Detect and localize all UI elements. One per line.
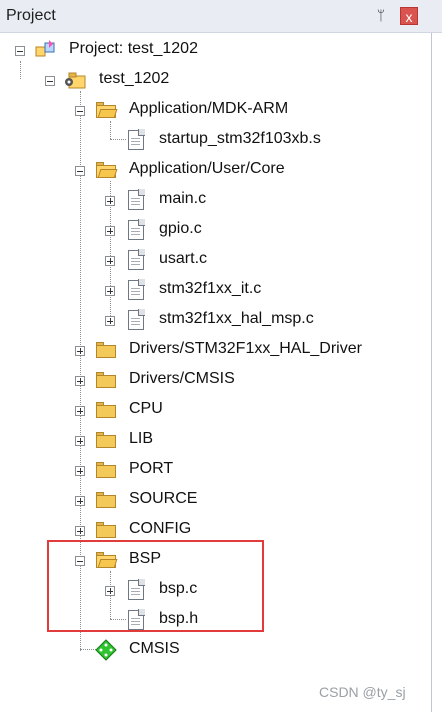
expand-icon[interactable] (75, 406, 85, 416)
tree-label: gpio.c (159, 220, 202, 237)
tree-node-file[interactable]: startup_stm32f103xb.s (0, 125, 424, 155)
expand-icon[interactable] (75, 496, 85, 506)
file-icon (128, 279, 145, 300)
tree-label: PORT (129, 460, 174, 477)
tree-node-file[interactable]: stm32f1xx_it.c (0, 275, 424, 305)
close-button[interactable]: x (400, 7, 418, 25)
tree-label: Project: test_1202 (69, 40, 198, 57)
expand-icon[interactable] (75, 346, 85, 356)
panel-divider (431, 33, 432, 712)
green-diamond-icon (95, 639, 117, 661)
tree-node-group[interactable]: PORT (0, 455, 424, 485)
tree-node-group[interactable]: Application/User/Core (0, 155, 424, 185)
folder-icon (96, 492, 116, 508)
tree-node-component[interactable]: CMSIS (0, 635, 424, 665)
expand-icon[interactable] (75, 526, 85, 536)
tree-node-group[interactable]: Drivers/STM32F1xx_HAL_Driver (0, 335, 424, 365)
tree-label: Application/User/Core (129, 160, 285, 177)
tree-label: stm32f1xx_hal_msp.c (159, 310, 314, 327)
tree-node-file[interactable]: usart.c (0, 245, 424, 275)
collapse-icon[interactable] (75, 166, 85, 176)
tree-node-project[interactable]: Project: test_1202 (0, 35, 424, 65)
tree-label: Drivers/STM32F1xx_HAL_Driver (129, 340, 362, 357)
tree-label: stm32f1xx_it.c (159, 280, 262, 297)
tree-node-group[interactable]: SOURCE (0, 485, 424, 515)
collapse-icon[interactable] (45, 76, 55, 86)
tree-label: LIB (129, 430, 154, 447)
tree-label: test_1202 (99, 70, 170, 87)
tree-node-file[interactable]: stm32f1xx_hal_msp.c (0, 305, 424, 335)
scrollbar-area (424, 33, 442, 712)
highlight-box (47, 540, 264, 632)
tree-label: CONFIG (129, 520, 192, 537)
pin-icon[interactable]: ᛘ (372, 6, 390, 24)
folder-icon (96, 432, 116, 448)
target-icon (64, 71, 86, 89)
folder-icon (96, 522, 116, 538)
expand-icon[interactable] (105, 316, 115, 326)
panel-title: Project (6, 7, 56, 24)
collapse-icon[interactable] (75, 106, 85, 116)
expand-icon[interactable] (105, 256, 115, 266)
file-icon (128, 249, 145, 270)
folder-icon (96, 342, 116, 358)
expand-icon[interactable] (75, 436, 85, 446)
folder-open-icon (96, 162, 118, 178)
tree-node-group[interactable]: Application/MDK-ARM (0, 95, 424, 125)
tree-label: Drivers/CMSIS (129, 370, 235, 387)
tree-label: CPU (129, 400, 163, 417)
project-panel: Project ᛘ x Project: test_1202 test_1202… (0, 0, 442, 712)
tree-node-file[interactable]: main.c (0, 185, 424, 215)
file-icon (128, 189, 145, 210)
tree-label: usart.c (159, 250, 208, 267)
tree-node-target[interactable]: test_1202 (0, 65, 424, 95)
expand-icon[interactable] (105, 226, 115, 236)
tree-label: Application/MDK-ARM (129, 100, 289, 117)
project-icon (35, 38, 57, 60)
expand-icon[interactable] (75, 376, 85, 386)
tree-label: startup_stm32f103xb.s (159, 130, 321, 147)
watermark: CSDN @ty_sj (319, 684, 406, 700)
expand-icon[interactable] (105, 286, 115, 296)
expand-icon[interactable] (75, 466, 85, 476)
file-icon (128, 219, 145, 240)
folder-icon (96, 372, 116, 388)
panel-titlebar: Project ᛘ x (0, 0, 442, 33)
tree-node-group[interactable]: Drivers/CMSIS (0, 365, 424, 395)
collapse-icon[interactable] (15, 46, 25, 56)
tree-node-group[interactable]: LIB (0, 425, 424, 455)
file-icon (128, 309, 145, 330)
tree-label: CMSIS (129, 640, 180, 657)
tree-label: main.c (159, 190, 207, 207)
folder-open-icon (96, 102, 118, 118)
tree-node-group[interactable]: CPU (0, 395, 424, 425)
folder-icon (96, 402, 116, 418)
tree-label: SOURCE (129, 490, 198, 507)
folder-icon (96, 462, 116, 478)
expand-icon[interactable] (105, 196, 115, 206)
file-icon (128, 129, 145, 150)
tree-node-file[interactable]: gpio.c (0, 215, 424, 245)
